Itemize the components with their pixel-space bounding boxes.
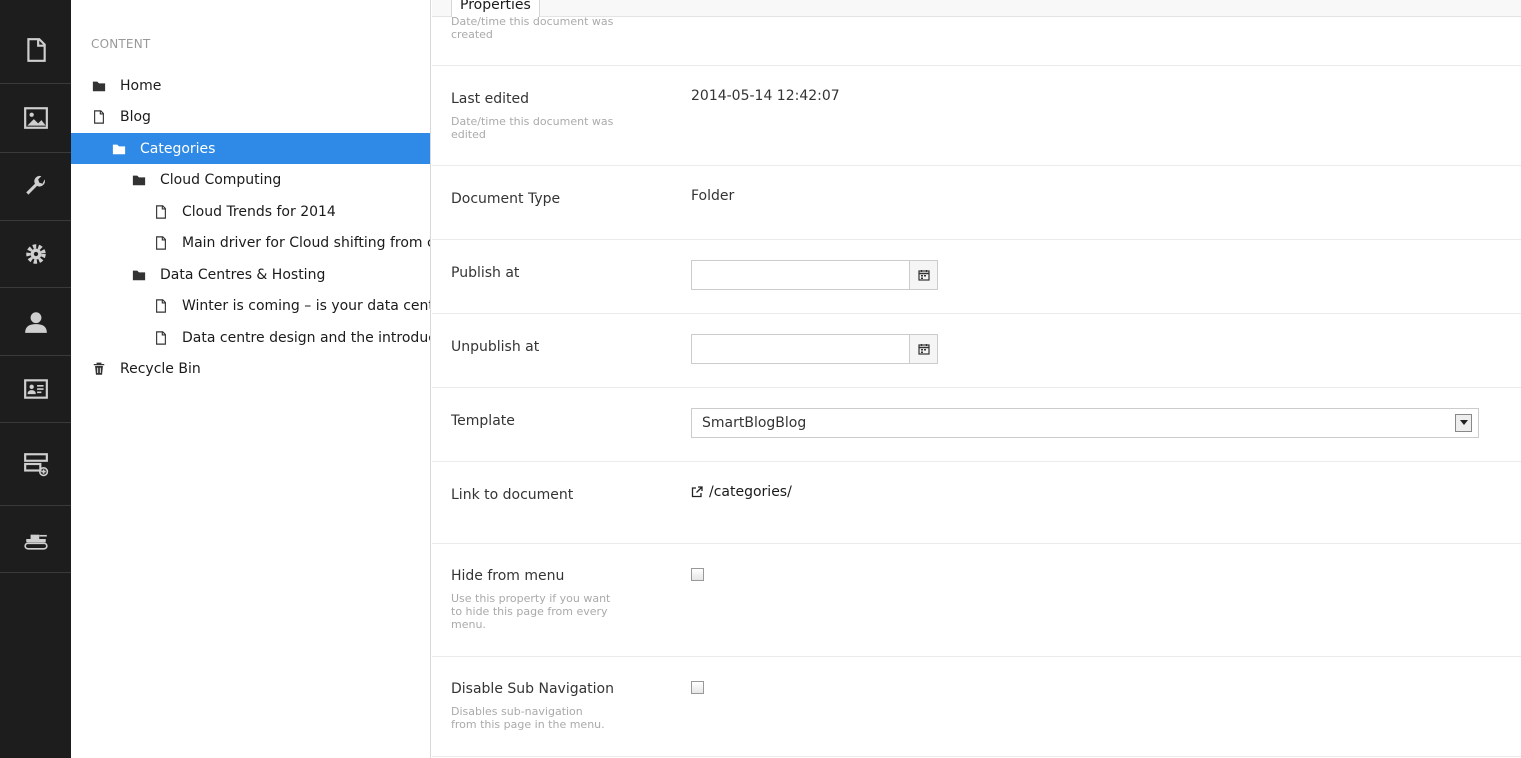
divider bbox=[432, 165, 1521, 166]
tree-item-label: Recycle Bin bbox=[120, 360, 201, 377]
folder-icon bbox=[92, 79, 106, 93]
divider bbox=[432, 461, 1521, 462]
publish-at-datepicker bbox=[691, 260, 938, 290]
tree-item-main-driver[interactable]: Main driver for Cloud shifting from co bbox=[71, 227, 431, 258]
divider bbox=[432, 65, 1521, 66]
trash-icon bbox=[92, 362, 106, 376]
document-icon bbox=[154, 235, 168, 250]
template-select-value: SmartBlogBlog bbox=[702, 415, 807, 431]
divider bbox=[432, 656, 1521, 657]
tree-item-label: Main driver for Cloud shifting from co bbox=[182, 234, 431, 251]
folder-icon bbox=[112, 142, 126, 156]
tree-item-data-centre-design[interactable]: Data centre design and the introduct bbox=[71, 322, 431, 353]
forms-section-button[interactable] bbox=[0, 423, 71, 506]
unpublish-at-datepicker bbox=[691, 334, 938, 364]
document-icon bbox=[26, 38, 46, 62]
disable-sub-navigation-label: Disable Sub Navigation bbox=[451, 681, 614, 697]
user-icon bbox=[24, 311, 47, 333]
wrench-icon bbox=[25, 175, 45, 195]
unpublish-at-label: Unpublish at bbox=[451, 339, 540, 355]
tree-item-label: Winter is coming – is your data centre bbox=[182, 297, 431, 314]
tree-header: CONTENT bbox=[91, 37, 151, 51]
document-icon bbox=[154, 204, 168, 219]
tree-item-data-centres[interactable]: Data Centres & Hosting bbox=[71, 259, 430, 290]
image-icon bbox=[23, 107, 48, 129]
settings-section-button[interactable] bbox=[0, 221, 71, 288]
document-type-label: Document Type bbox=[451, 191, 561, 207]
gear-icon bbox=[25, 244, 46, 264]
calendar-icon[interactable] bbox=[910, 335, 937, 363]
hide-from-menu-description: Use this property if you want to hide th… bbox=[451, 592, 611, 631]
content-section-button[interactable] bbox=[0, 17, 71, 84]
template-select[interactable]: SmartBlogBlog bbox=[691, 408, 1479, 438]
divider bbox=[432, 313, 1521, 314]
media-section-button[interactable] bbox=[0, 84, 71, 153]
tree-item-categories[interactable]: Categories bbox=[71, 133, 430, 164]
created-description: Date/time this document was created bbox=[451, 15, 614, 41]
divider bbox=[432, 543, 1521, 544]
document-link-text: /categories/ bbox=[709, 484, 792, 500]
section-rail bbox=[0, 0, 71, 758]
divider bbox=[432, 239, 1521, 240]
hide-from-menu-checkbox[interactable] bbox=[691, 568, 704, 581]
tank-icon bbox=[23, 534, 48, 550]
content-tree: CONTENT Home Blog Categories Cloud Compu… bbox=[71, 0, 431, 758]
document-type-value: Folder bbox=[691, 188, 735, 204]
tree-item-label: Cloud Trends for 2014 bbox=[182, 203, 336, 220]
tree-item-winter-is-coming[interactable]: Winter is coming – is your data centre bbox=[71, 290, 431, 321]
folder-icon bbox=[132, 268, 146, 282]
publish-at-label: Publish at bbox=[451, 265, 520, 281]
hide-from-menu-label: Hide from menu bbox=[451, 568, 565, 584]
properties-panel: Properties Date/time this document was c… bbox=[432, 0, 1521, 758]
link-to-document-label: Link to document bbox=[451, 487, 574, 503]
disable-sub-navigation-checkbox[interactable] bbox=[691, 681, 704, 694]
tree-item-label: Cloud Computing bbox=[160, 171, 282, 188]
divider bbox=[432, 756, 1521, 757]
publish-at-input[interactable] bbox=[692, 261, 910, 289]
developer-section-button[interactable] bbox=[0, 153, 71, 221]
document-icon bbox=[154, 298, 168, 313]
unpublish-at-input[interactable] bbox=[692, 335, 910, 363]
tree-item-label: Categories bbox=[140, 140, 216, 157]
external-link-icon bbox=[691, 486, 703, 498]
deploy-section-button[interactable] bbox=[0, 506, 71, 573]
template-label: Template bbox=[451, 413, 515, 429]
tree-item-label: Blog bbox=[120, 108, 151, 125]
disable-sub-navigation-description: Disables sub-navigation from this page i… bbox=[451, 705, 605, 731]
document-icon bbox=[154, 330, 168, 345]
chevron-down-icon[interactable] bbox=[1455, 414, 1472, 432]
form-add-icon bbox=[23, 453, 48, 477]
calendar-icon[interactable] bbox=[910, 261, 937, 289]
tree-item-label: Home bbox=[120, 77, 162, 94]
document-icon bbox=[92, 109, 106, 124]
document-link[interactable]: /categories/ bbox=[691, 484, 792, 500]
users-section-button[interactable] bbox=[0, 288, 71, 356]
tree-item-label: Data Centres & Hosting bbox=[160, 266, 326, 283]
tree-item-recycle-bin[interactable]: Recycle Bin bbox=[71, 353, 430, 384]
id-card-icon bbox=[23, 379, 48, 399]
last-edited-label: Last edited bbox=[451, 91, 529, 107]
tree-item-home[interactable]: Home bbox=[71, 70, 430, 101]
last-edited-value: 2014-05-14 12:42:07 bbox=[691, 88, 840, 104]
folder-icon bbox=[132, 173, 146, 187]
divider bbox=[432, 387, 1521, 388]
tree-item-cloud-computing[interactable]: Cloud Computing bbox=[71, 164, 430, 195]
tree-item-blog[interactable]: Blog bbox=[71, 101, 430, 132]
tree-item-cloud-trends[interactable]: Cloud Trends for 2014 bbox=[71, 196, 430, 227]
members-section-button[interactable] bbox=[0, 356, 71, 423]
tree-item-label: Data centre design and the introduct bbox=[182, 329, 431, 346]
last-edited-description: Date/time this document was edited bbox=[451, 115, 614, 141]
